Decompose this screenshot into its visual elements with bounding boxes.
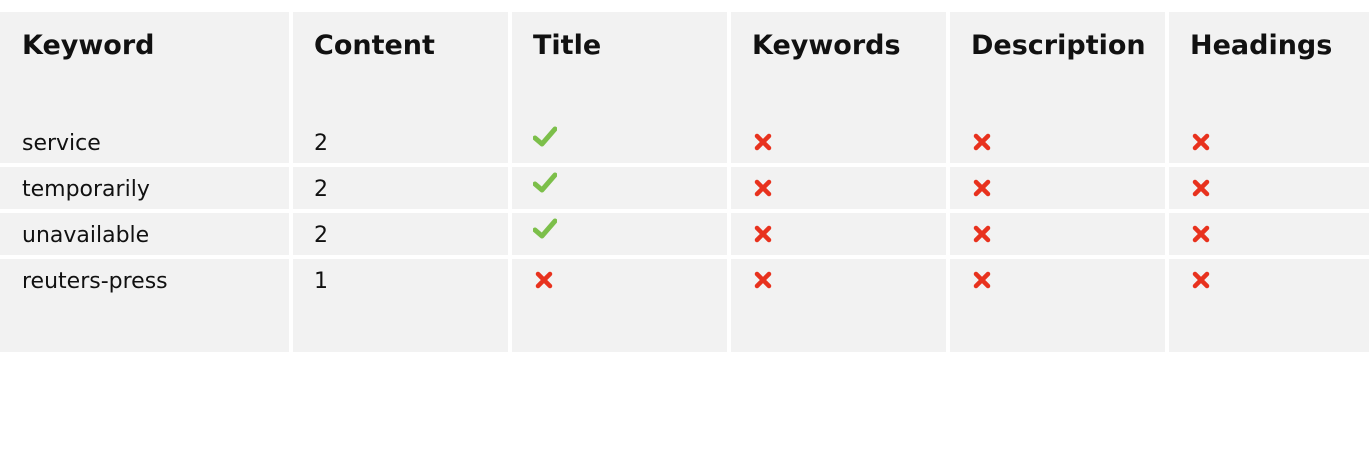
- table-cell-description: [950, 259, 1165, 352]
- table-cell-keywords: [731, 259, 946, 352]
- table-cell-headings: [1169, 213, 1369, 255]
- table-cell-title: [512, 167, 727, 209]
- keyword-text: service: [22, 131, 101, 156]
- table-cell-keyword: unavailable: [0, 213, 289, 255]
- table-cell-content: 2: [293, 213, 508, 255]
- table-cell-description: [950, 167, 1165, 209]
- table-cell-title: [512, 121, 727, 163]
- cross-icon: [754, 179, 772, 197]
- table-cell-description: [950, 213, 1165, 255]
- content-count: 2: [314, 177, 328, 202]
- table-cell-headings: [1169, 167, 1369, 209]
- column-header-content: Content: [293, 12, 508, 121]
- column-header-headings: Headings: [1169, 12, 1369, 121]
- keyword-text: reuters-press: [22, 269, 168, 294]
- cross-icon: [1192, 133, 1210, 151]
- column-header-title: Title: [512, 12, 727, 121]
- check-icon: [533, 126, 557, 148]
- cross-icon: [973, 179, 991, 197]
- table-cell-keywords: [731, 213, 946, 255]
- content-count: 2: [314, 131, 328, 156]
- cross-icon: [754, 133, 772, 151]
- keyword-text: temporarily: [22, 177, 150, 202]
- column-header-keywords: Keywords: [731, 12, 946, 121]
- keyword-table: Keyword Content Title Keywords Descripti…: [0, 12, 1369, 121]
- table-cell-headings: [1169, 259, 1369, 352]
- table-cell-title: [512, 213, 727, 255]
- table-cell-keywords: [731, 167, 946, 209]
- table-cell-keyword: temporarily: [0, 167, 289, 209]
- cross-icon: [754, 225, 772, 243]
- table-cell-content: 2: [293, 167, 508, 209]
- cross-icon: [973, 271, 991, 289]
- cross-icon: [1192, 271, 1210, 289]
- keyword-text: unavailable: [22, 223, 150, 248]
- column-header-description: Description: [950, 12, 1165, 121]
- check-icon: [533, 172, 557, 194]
- table-body: service 2 temporarily 2 unavailable 2 reuters-…: [0, 121, 1369, 352]
- table-cell-content: 1: [293, 259, 508, 352]
- cross-icon: [973, 133, 991, 151]
- cross-icon: [973, 225, 991, 243]
- check-icon: [533, 218, 557, 240]
- cross-icon: [1192, 225, 1210, 243]
- column-header-keyword: Keyword: [0, 12, 289, 121]
- cross-icon: [754, 271, 772, 289]
- cross-icon: [535, 271, 553, 289]
- content-count: 1: [314, 269, 328, 294]
- table-cell-headings: [1169, 121, 1369, 163]
- table-cell-keyword: reuters-press: [0, 259, 289, 352]
- table-cell-description: [950, 121, 1165, 163]
- table-cell-keyword: service: [0, 121, 289, 163]
- content-count: 2: [314, 223, 328, 248]
- table-cell-content: 2: [293, 121, 508, 163]
- cross-icon: [1192, 179, 1210, 197]
- table-cell-title: [512, 259, 727, 352]
- table-cell-keywords: [731, 121, 946, 163]
